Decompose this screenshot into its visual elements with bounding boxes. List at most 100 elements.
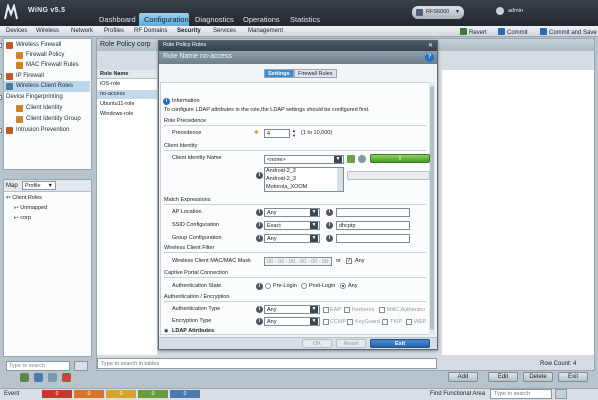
table-row[interactable]: Windows-role: [97, 110, 157, 119]
delete-icon[interactable]: [62, 373, 71, 382]
ldap-toggle-icon[interactable]: ◉: [164, 328, 168, 334]
radio-pre-login[interactable]: [265, 283, 271, 289]
edit-button[interactable]: Edit: [488, 372, 518, 382]
commit-save-button[interactable]: Commit and Save: [540, 26, 597, 37]
subtab-wireless[interactable]: Wireless: [36, 27, 59, 37]
ok-button[interactable]: OK: [302, 339, 332, 348]
close-icon[interactable]: ✕: [428, 42, 433, 49]
auth-type-select[interactable]: Any ▼: [264, 305, 320, 314]
table-row[interactable]: no-access: [97, 90, 157, 99]
nav-client-identity-group[interactable]: Client Identity Group: [14, 114, 100, 125]
event-count-minor[interactable]: 0: [106, 390, 136, 398]
list-scrollbar[interactable]: [337, 168, 343, 191]
help-icon[interactable]: ?: [425, 53, 434, 62]
event-count-major[interactable]: 0: [74, 390, 104, 398]
list-item[interactable]: Android-2_2: [266, 168, 296, 174]
tree-corp[interactable]: ▸▪ corp: [14, 215, 31, 225]
group-label: Group Configuration: [172, 235, 222, 241]
tab-configuration[interactable]: Configuration: [139, 13, 189, 26]
subtab-devices[interactable]: Devices: [6, 27, 27, 37]
radio-post-login[interactable]: [301, 283, 307, 289]
revert-button[interactable]: Revert: [460, 26, 487, 37]
functional-area-search-input[interactable]: Type to search: [490, 389, 552, 399]
subtab-security[interactable]: Security: [177, 27, 201, 37]
subtab-profiles[interactable]: Profiles: [104, 27, 124, 37]
table-row[interactable]: iOS-role: [97, 80, 157, 89]
event-count-critical[interactable]: 0: [42, 390, 72, 398]
ldap-attributes-label[interactable]: LDAP Attributes: [172, 328, 214, 334]
nav-mac-firewall-rules[interactable]: MAC Firewall Rules: [14, 60, 100, 71]
ssid-select[interactable]: Exact ▼: [264, 221, 320, 230]
ap-location-input[interactable]: [336, 208, 410, 217]
gear-icon[interactable]: [358, 155, 366, 163]
expand-icon[interactable]: +: [0, 74, 2, 79]
tab-statistics[interactable]: Statistics: [284, 13, 326, 26]
enc-type-select[interactable]: Any ▼: [264, 317, 320, 326]
wep-checkbox[interactable]: [406, 319, 412, 325]
keyguard-checkbox[interactable]: [347, 319, 353, 325]
left-search-input[interactable]: Type to search: [6, 361, 70, 371]
user-name[interactable]: admin: [508, 8, 523, 14]
tab-settings[interactable]: Settings: [264, 69, 294, 78]
kerberos-checkbox[interactable]: [344, 307, 350, 313]
scrollbar-thumb[interactable]: [430, 86, 434, 330]
table-header[interactable]: Role Name: [97, 70, 157, 79]
search-icon[interactable]: [555, 389, 567, 399]
add-identity-button[interactable]: ⇩: [370, 154, 430, 163]
exit-button[interactable]: Exit: [558, 372, 588, 382]
tree-unmapped[interactable]: ▸▪ Unmapped: [14, 205, 47, 215]
required-icon: ✱: [254, 130, 259, 136]
subtab-rf-domains[interactable]: RF Domains: [134, 27, 167, 37]
radio-any[interactable]: [340, 283, 346, 289]
add-icon[interactable]: [20, 373, 29, 382]
tab-dashboard[interactable]: Dashboard: [94, 13, 138, 26]
tkip-checkbox[interactable]: [382, 319, 388, 325]
event-count-info[interactable]: 0: [170, 390, 200, 398]
dialog-exit-button[interactable]: Exit: [370, 339, 430, 348]
device-selector[interactable]: RFS6000 ▼: [412, 6, 464, 19]
mac-any-checkbox[interactable]: ✓: [346, 258, 352, 264]
tab-operations[interactable]: Operations: [238, 13, 284, 26]
group-select[interactable]: Any ▼: [264, 234, 320, 243]
nav-intrusion-prevention[interactable]: + Intrusion Prevention: [0, 125, 90, 136]
nav-device-fingerprinting[interactable]: −Device Fingerprinting: [0, 92, 90, 103]
expand-icon[interactable]: +: [0, 128, 2, 133]
ap-location-select[interactable]: Any ▼: [264, 208, 320, 217]
event-count-warning[interactable]: 0: [138, 390, 168, 398]
group-input[interactable]: [336, 234, 410, 243]
tab-firewall-rules[interactable]: Firewall Rules: [294, 69, 337, 78]
nav-client-identity[interactable]: Client Identity: [14, 103, 100, 114]
mac-auth-checkbox[interactable]: [379, 307, 385, 313]
collapse-icon[interactable]: −: [0, 43, 2, 48]
list-item[interactable]: Motorola_XOOM: [266, 184, 307, 190]
tree-client-roles[interactable]: ▾▪ Client Roles: [6, 195, 42, 205]
ccmp-checkbox[interactable]: [323, 319, 329, 325]
subtab-management[interactable]: Management: [248, 27, 283, 37]
table-row[interactable]: Ubuntu11-role: [97, 100, 157, 109]
copy-icon[interactable]: [34, 373, 43, 382]
reset-button[interactable]: Reset: [336, 339, 366, 348]
subtab-network[interactable]: Network: [71, 27, 93, 37]
add-button[interactable]: Add: [448, 372, 478, 382]
move-icon[interactable]: [48, 373, 57, 382]
delete-button[interactable]: Delete: [523, 372, 553, 382]
list-item[interactable]: Android-2_3: [266, 176, 296, 182]
spinner-icon[interactable]: ▲ ▼: [292, 128, 296, 138]
mac-input[interactable]: 00 - 00 - 00 - 00 - 00 - 00: [264, 257, 332, 266]
nav-wireless-client-roles[interactable]: Wireless Client Roles: [4, 81, 90, 92]
create-icon[interactable]: [347, 155, 355, 163]
eap-checkbox[interactable]: [323, 307, 329, 313]
precedence-input[interactable]: 4: [264, 129, 290, 138]
commit-button[interactable]: Commit: [498, 26, 528, 37]
remove-identity-button[interactable]: [347, 171, 430, 180]
client-identity-select[interactable]: <none> ▼: [264, 155, 344, 164]
search-icon[interactable]: [74, 361, 88, 371]
table-search-input[interactable]: Type to search in tables: [97, 358, 437, 369]
profile-select[interactable]: Profile ▼: [22, 181, 56, 190]
collapse-icon[interactable]: −: [0, 95, 2, 100]
subtab-services[interactable]: Services: [213, 27, 236, 37]
tab-diagnostics[interactable]: Diagnostics: [190, 13, 238, 26]
keyguard-label: KeyGuard: [355, 319, 380, 325]
group-icon: [16, 116, 23, 123]
ssid-input[interactable]: dhcptp: [336, 221, 410, 230]
